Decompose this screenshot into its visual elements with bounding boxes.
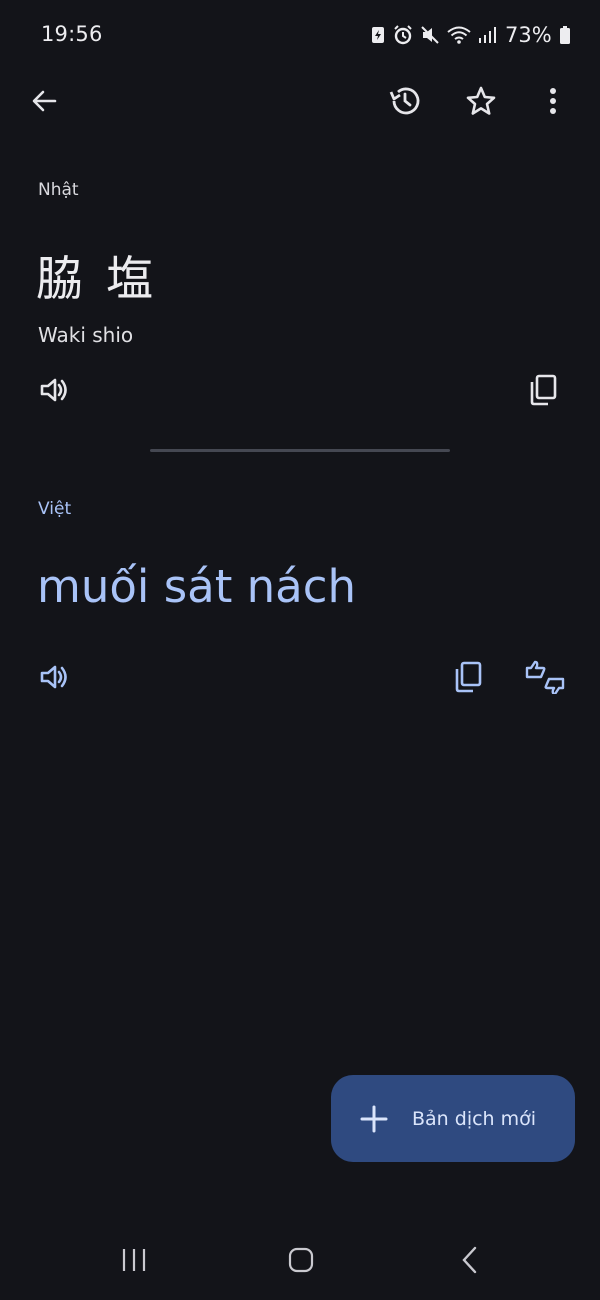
favorite-button[interactable]: [457, 79, 505, 127]
system-back-button[interactable]: [446, 1238, 494, 1286]
wifi-icon: [447, 25, 471, 45]
copy-icon: [528, 374, 558, 410]
back-button[interactable]: [20, 79, 68, 127]
target-copy-button[interactable]: [444, 655, 492, 703]
source-copy-button[interactable]: [519, 368, 567, 416]
speaker-icon: [38, 661, 70, 697]
copy-icon: [453, 661, 483, 697]
history-icon: [388, 84, 422, 122]
signal-icon: [478, 25, 496, 45]
chevron-left-icon: [460, 1246, 480, 1278]
star-icon: [465, 85, 497, 121]
status-time: 19:56: [41, 22, 103, 46]
section-divider[interactable]: [150, 449, 450, 452]
source-listen-button[interactable]: [30, 368, 78, 416]
alarm-icon: [393, 25, 413, 45]
thumbs-up-down-icon: [525, 660, 565, 698]
source-text: 脇 塩: [36, 252, 157, 307]
home-icon: [287, 1246, 315, 1278]
recent-apps-button[interactable]: [110, 1238, 158, 1286]
mute-icon: [420, 25, 440, 45]
more-options-button[interactable]: [529, 79, 577, 127]
speaker-icon: [38, 374, 70, 410]
source-language-label: Nhật: [38, 180, 79, 200]
target-language-label: Việt: [38, 499, 72, 519]
rate-translation-button[interactable]: [521, 655, 569, 703]
translation-text: muối sát nách: [37, 560, 357, 613]
battery-saver-icon: [370, 25, 386, 45]
status-icons: 73%: [370, 22, 571, 48]
history-button[interactable]: [381, 79, 429, 127]
home-button[interactable]: [277, 1238, 325, 1286]
battery-percent: 73%: [505, 23, 552, 47]
arrow-back-icon: [30, 87, 58, 119]
recent-apps-icon: [120, 1246, 148, 1278]
new-translation-button[interactable]: Bản dịch mới: [331, 1075, 575, 1162]
new-translation-label: Bản dịch mới: [412, 1107, 537, 1130]
plus-icon: [358, 1103, 390, 1135]
transliteration: Waki shio: [38, 323, 134, 347]
battery-icon: [559, 25, 571, 45]
target-listen-button[interactable]: [30, 655, 78, 703]
more-vert-icon: [549, 87, 557, 119]
